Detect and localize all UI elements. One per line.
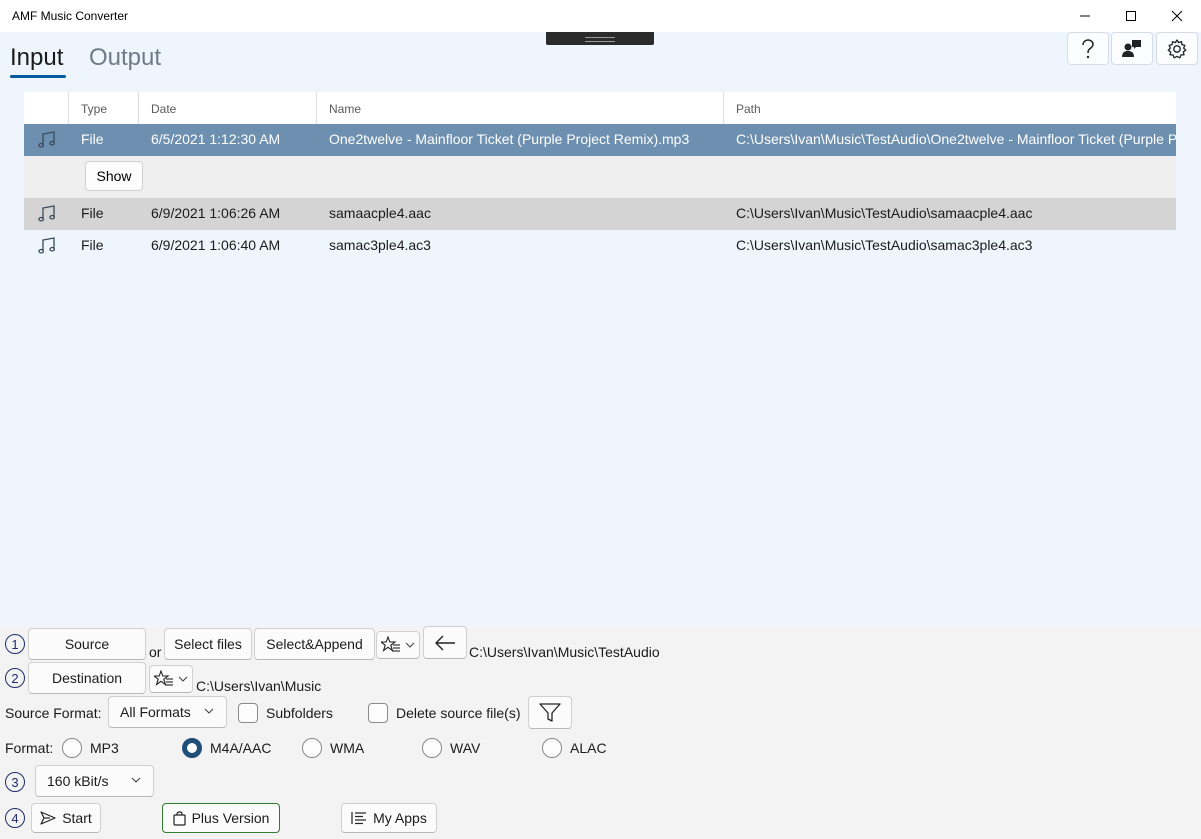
favorites-list-icon: [154, 670, 188, 686]
table-row[interactable]: File 6/9/2021 1:06:40 AM samac3ple4.ac3 …: [24, 230, 1176, 262]
row-date: 6/9/2021 1:06:40 AM: [151, 237, 281, 253]
format-label-mp3: MP3: [90, 740, 119, 756]
plus-version-button[interactable]: Plus Version: [162, 803, 280, 833]
destination-favorites-button[interactable]: [149, 665, 193, 693]
row-path: C:\Users\Ivan\Music\TestAudio\One2twelve…: [736, 131, 1176, 147]
source-path: C:\Users\Ivan\Music\TestAudio: [469, 644, 660, 660]
music-note-icon: [38, 205, 56, 222]
format-label-alac: ALAC: [570, 740, 607, 756]
filter-button[interactable]: [528, 696, 572, 729]
grid-header: Type Date Name Path: [24, 92, 1176, 125]
feedback-button[interactable]: [1111, 32, 1153, 65]
row-type: File: [81, 237, 104, 253]
delete-source-checkbox[interactable]: [368, 703, 388, 723]
subfolders-checkbox[interactable]: [238, 703, 258, 723]
source-format-select[interactable]: All Formats: [108, 696, 227, 728]
select-append-button[interactable]: Select&Append: [254, 628, 375, 660]
subfolders-label: Subfolders: [266, 705, 333, 721]
arrow-left-icon: [435, 635, 455, 650]
source-format-label: Source Format:: [5, 705, 102, 721]
start-label: Start: [62, 810, 92, 826]
row-details: Show: [24, 156, 1176, 198]
or-label: or: [149, 644, 162, 660]
format-label-wav: WAV: [450, 740, 481, 756]
help-button[interactable]: [1067, 32, 1109, 65]
maximize-button[interactable]: [1108, 0, 1154, 32]
destination-button[interactable]: Destination: [28, 662, 146, 694]
row-type: File: [81, 205, 104, 221]
my-apps-label: My Apps: [373, 810, 427, 826]
column-header-name[interactable]: Name: [316, 92, 723, 125]
source-favorites-button[interactable]: [376, 631, 420, 659]
tab-input[interactable]: Input: [10, 44, 63, 72]
destination-path: C:\Users\Ivan\Music: [196, 678, 322, 694]
bitrate-value: 160 kBit/s: [47, 773, 109, 789]
show-button[interactable]: Show: [85, 161, 143, 191]
feedback-icon: [1122, 39, 1141, 57]
format-radio-wav[interactable]: [422, 738, 442, 758]
chevron-down-icon: [131, 777, 141, 783]
row-date: 6/5/2021 1:12:30 AM: [151, 131, 281, 147]
table-row[interactable]: File 6/9/2021 1:06:26 AM samaacple4.aac …: [24, 198, 1176, 230]
drag-handle[interactable]: [546, 32, 654, 45]
tab-active-indicator: [10, 75, 66, 78]
step-4-badge: 4: [5, 808, 25, 828]
column-header-type[interactable]: Type: [68, 92, 138, 125]
step-2-badge: 2: [5, 668, 25, 688]
music-note-icon: [38, 131, 56, 148]
row-name: One2twelve - Mainfloor Ticket (Purple Pr…: [329, 131, 690, 147]
shopping-bag-icon: [172, 810, 186, 826]
window-title: AMF Music Converter: [12, 9, 129, 23]
close-icon: [1171, 10, 1183, 22]
back-button[interactable]: [423, 626, 467, 659]
format-radio-wma[interactable]: [302, 738, 322, 758]
column-header-path[interactable]: Path: [723, 92, 1176, 125]
help-icon: [1082, 38, 1094, 58]
minimize-button[interactable]: [1062, 0, 1108, 32]
format-radio-mp3[interactable]: [62, 738, 82, 758]
source-format-value: All Formats: [120, 704, 191, 720]
control-panel: 1 Source or Select files Select&Append C…: [0, 626, 1201, 839]
bitrate-select[interactable]: 160 kBit/s: [35, 765, 154, 797]
source-button[interactable]: Source: [28, 628, 146, 660]
start-button[interactable]: Start: [31, 803, 101, 833]
step-3-badge: 3: [5, 772, 25, 792]
row-name: samac3ple4.ac3: [329, 237, 431, 253]
music-note-icon: [38, 237, 56, 254]
row-name: samaacple4.aac: [329, 205, 431, 221]
format-label: Format:: [5, 740, 54, 756]
file-grid: Type Date Name Path File 6/5/2021 1:12:3…: [24, 92, 1176, 625]
title-bar: AMF Music Converter: [0, 0, 1201, 32]
format-radio-m4a[interactable]: [182, 738, 202, 758]
row-path: C:\Users\Ivan\Music\TestAudio\samaacple4…: [736, 205, 1033, 221]
settings-button[interactable]: [1156, 32, 1198, 65]
list-icon: [351, 812, 367, 825]
select-files-button[interactable]: Select files: [164, 628, 252, 660]
chevron-down-icon: [204, 708, 214, 714]
gear-icon: [1167, 38, 1187, 58]
delete-source-label: Delete source file(s): [396, 705, 521, 721]
row-path: C:\Users\Ivan\Music\TestAudio\samac3ple4…: [736, 237, 1033, 253]
format-label-wma: WMA: [330, 740, 365, 756]
table-row[interactable]: File 6/5/2021 1:12:30 AM One2twelve - Ma…: [24, 124, 1176, 156]
row-date: 6/9/2021 1:06:26 AM: [151, 205, 281, 221]
column-header-date[interactable]: Date: [138, 92, 316, 125]
step-1-badge: 1: [5, 634, 25, 654]
format-radio-alac[interactable]: [542, 738, 562, 758]
close-button[interactable]: [1154, 0, 1200, 32]
row-type: File: [81, 131, 104, 147]
minimize-icon: [1080, 15, 1090, 17]
maximize-icon: [1126, 11, 1136, 21]
favorites-list-icon: [381, 636, 415, 652]
plus-version-label: Plus Version: [191, 810, 270, 826]
tab-output[interactable]: Output: [89, 44, 161, 72]
my-apps-button[interactable]: My Apps: [341, 803, 437, 833]
format-label-m4a: M4A/AAC: [210, 740, 272, 756]
send-icon: [40, 811, 56, 825]
filter-icon: [539, 702, 561, 722]
